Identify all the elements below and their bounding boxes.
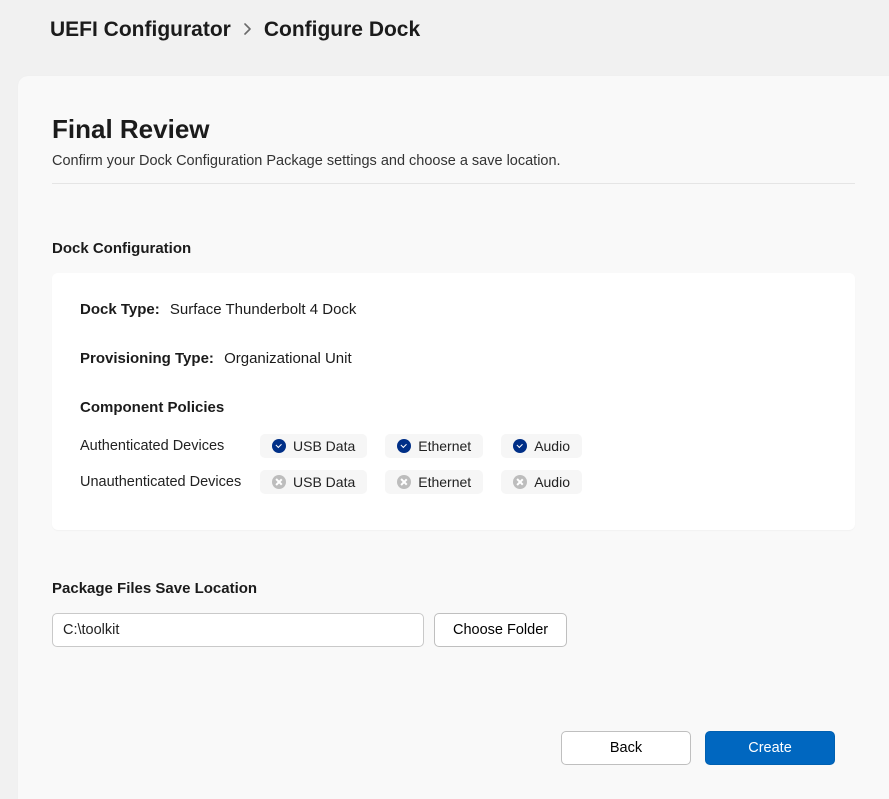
disabled-icon bbox=[397, 475, 411, 489]
config-card: Dock Type: Surface Thunderbolt 4 Dock Pr… bbox=[52, 273, 855, 530]
policies-table: Authenticated Devices USB Data Ethernet bbox=[80, 428, 600, 500]
breadcrumb: UEFI Configurator Configure Dock bbox=[0, 0, 889, 42]
page-subtitle: Confirm your Dock Configuration Package … bbox=[52, 153, 855, 169]
chip-label: USB Data bbox=[293, 438, 355, 454]
save-path-input[interactable] bbox=[52, 613, 424, 647]
main-panel: Final Review Confirm your Dock Configura… bbox=[18, 76, 889, 799]
checkmark-icon bbox=[513, 439, 527, 453]
chip-label: USB Data bbox=[293, 474, 355, 490]
divider bbox=[52, 183, 855, 184]
table-row: Authenticated Devices USB Data Ethernet bbox=[80, 428, 600, 464]
disabled-icon bbox=[513, 475, 527, 489]
dock-type-value: Surface Thunderbolt 4 Dock bbox=[170, 301, 357, 318]
back-button[interactable]: Back bbox=[561, 731, 691, 765]
component-policies-label: Component Policies bbox=[80, 399, 827, 416]
footer-buttons: Back Create bbox=[52, 731, 855, 765]
provisioning-type-label: Provisioning Type: bbox=[80, 350, 214, 367]
breadcrumb-root[interactable]: UEFI Configurator bbox=[50, 18, 231, 42]
chip-unauth-usb: USB Data bbox=[260, 470, 367, 494]
chip-label: Ethernet bbox=[418, 474, 471, 490]
checkmark-icon bbox=[397, 439, 411, 453]
chip-label: Audio bbox=[534, 474, 570, 490]
provisioning-type-row: Provisioning Type: Organizational Unit bbox=[80, 350, 827, 367]
dock-type-row: Dock Type: Surface Thunderbolt 4 Dock bbox=[80, 301, 827, 318]
dock-type-label: Dock Type: bbox=[80, 301, 160, 318]
auth-row-label: Authenticated Devices bbox=[80, 428, 260, 464]
chip-auth-ethernet: Ethernet bbox=[385, 434, 483, 458]
chip-auth-usb: USB Data bbox=[260, 434, 367, 458]
unauth-row-label: Unauthenticated Devices bbox=[80, 464, 260, 500]
save-row: Choose Folder bbox=[52, 613, 855, 647]
page-title: Final Review bbox=[52, 114, 855, 145]
table-row: Unauthenticated Devices USB Data Etherne… bbox=[80, 464, 600, 500]
section-label-config: Dock Configuration bbox=[52, 240, 855, 257]
create-button[interactable]: Create bbox=[705, 731, 835, 765]
chip-label: Ethernet bbox=[418, 438, 471, 454]
provisioning-type-value: Organizational Unit bbox=[224, 350, 352, 367]
chip-label: Audio bbox=[534, 438, 570, 454]
choose-folder-button[interactable]: Choose Folder bbox=[434, 613, 567, 647]
section-label-save: Package Files Save Location bbox=[52, 580, 855, 597]
disabled-icon bbox=[272, 475, 286, 489]
chip-auth-audio: Audio bbox=[501, 434, 582, 458]
chip-unauth-audio: Audio bbox=[501, 470, 582, 494]
chip-unauth-ethernet: Ethernet bbox=[385, 470, 483, 494]
checkmark-icon bbox=[272, 439, 286, 453]
breadcrumb-current: Configure Dock bbox=[264, 18, 420, 42]
chevron-right-icon bbox=[243, 22, 252, 40]
